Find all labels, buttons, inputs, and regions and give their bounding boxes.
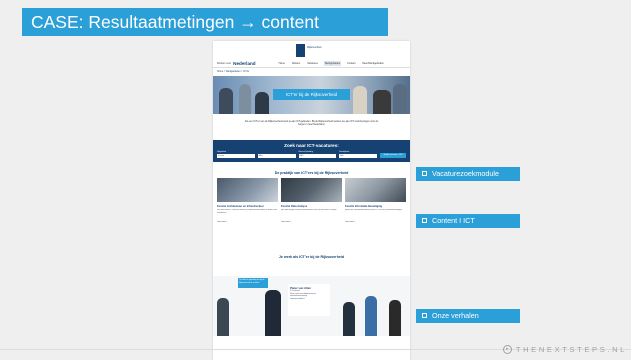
card-title[interactable]: Functie Data Analyse xyxy=(281,205,342,208)
hero-title: ICT'er bij de Rijksoverheid xyxy=(273,89,350,100)
card-image xyxy=(281,178,342,202)
story-person[interactable] xyxy=(217,298,229,336)
search-row: Vakgebied Functie Alles Niveau/Opleiding… xyxy=(217,151,406,158)
card-text: Binnen de Rijksoverheid werken onze ICT'… xyxy=(345,209,403,211)
card-text: Met data analyse kunnen beleidsmakers sn… xyxy=(281,209,337,211)
search-field: Niveau/Opleiding HBO xyxy=(298,151,337,158)
slide-title: CASE: Resultaatmetingen → content xyxy=(22,8,388,36)
footer-brand-text: THENEXTSTEPS.NL xyxy=(515,345,627,354)
card-link[interactable]: Lees meer > xyxy=(217,221,278,223)
story-link[interactable]: Lees zijn verhaal > xyxy=(290,298,328,301)
search-field: Alles xyxy=(257,151,296,158)
logo-text: Rijksoverheid xyxy=(307,46,322,49)
checkbox-icon xyxy=(422,217,427,223)
hero-person xyxy=(353,86,367,114)
practice-cards: Functie Architectuur en Infrastructuur E… xyxy=(213,178,410,223)
site-logo-bar: Rijksoverheid xyxy=(213,41,410,59)
annotation-onze-verhalen: Onze verhalen xyxy=(416,309,520,323)
search-field: Standplaats Alle xyxy=(339,151,377,158)
checkbox-icon xyxy=(422,312,427,318)
annotation-vacaturezoekmodule: Vacaturezoekmodule xyxy=(416,167,520,181)
footer-brand: ▸ THENEXTSTEPS.NL xyxy=(502,345,627,354)
nav-item-werkgebieden[interactable]: Werkgebieden xyxy=(323,60,342,66)
slide-background: CASE: Resultaatmetingen → content Rijkso… xyxy=(0,0,631,360)
card-title[interactable]: Functie Informatie Beveiliging xyxy=(345,205,406,208)
brand-prefix: Werken voor xyxy=(217,61,232,65)
nav-item-contact[interactable]: Contact xyxy=(346,61,356,66)
rijksoverheid-logo-icon xyxy=(296,44,305,57)
hero-person xyxy=(255,92,269,114)
card-image xyxy=(345,178,406,202)
nav-item-vacatures[interactable]: Vacatures xyxy=(306,61,319,66)
card-text: Een flink aantal ICT-functies binnen de … xyxy=(217,209,277,214)
field-select-niveau[interactable]: HBO xyxy=(298,154,337,158)
story-person[interactable] xyxy=(365,296,377,336)
breadcrumb[interactable]: Home > Werkgebieden > ICT'er xyxy=(213,68,410,76)
card-image xyxy=(217,178,278,202)
play-arrow-icon: ▸ xyxy=(502,345,512,354)
field-select-functie[interactable]: Alles xyxy=(257,154,296,158)
nav-item-meer[interactable]: Meer/Werkgebieden xyxy=(361,61,384,66)
search-title: Zoek naar ICT-vacatures: xyxy=(284,143,339,148)
content-card[interactable]: Functie Informatie Beveiliging Binnen de… xyxy=(345,178,406,223)
work-section-title: Je werk als ICT'er bij de Rijksoverheid xyxy=(278,255,345,259)
search-button[interactable]: Bekijk vacatures - 120 xyxy=(380,153,406,158)
annotation-content-ict: Content I ICT xyxy=(416,214,520,228)
annotation-label: Onze verhalen xyxy=(432,311,479,320)
nav-item-werken[interactable]: Werken xyxy=(291,61,301,66)
annotation-label: Vacaturezoekmodule xyxy=(432,169,499,178)
vacancy-search-module: Zoek naar ICT-vacatures: Vakgebied Funct… xyxy=(213,140,410,162)
story-person[interactable] xyxy=(265,290,281,336)
field-select-vakgebied[interactable]: Functie xyxy=(217,154,255,158)
field-select-standplaats[interactable]: Alle xyxy=(339,154,377,158)
card-title[interactable]: Functie Architectuur en Infrastructuur xyxy=(217,205,278,208)
hero-person xyxy=(219,88,233,114)
card-link[interactable]: Lees meer > xyxy=(281,221,342,223)
annotation-label: Content I ICT xyxy=(432,216,475,225)
stories-section: "Ik vind het geweldig om bij de Rijksove… xyxy=(213,276,410,336)
practice-section-title: De praktijk van ICT'ers bij de Rijksover… xyxy=(274,171,349,175)
story-person[interactable] xyxy=(343,302,355,336)
hero-person xyxy=(373,90,391,114)
quote-box: "Ik vind het geweldig om bij de Rijksove… xyxy=(238,278,268,288)
card-link[interactable]: Lees meer > xyxy=(345,221,406,223)
hero-person xyxy=(393,84,407,114)
nav-item-home[interactable]: Home xyxy=(278,61,286,66)
content-card[interactable]: Functie Data Analyse Met data analyse ku… xyxy=(281,178,342,223)
checkbox-icon xyxy=(422,170,427,176)
story-card[interactable]: Pieter van Alten ICT-adviseur Pieter wer… xyxy=(288,284,330,316)
content-card[interactable]: Functie Architectuur en Infrastructuur E… xyxy=(217,178,278,223)
site-nav: Werken voor Nederland Home Werken Vacatu… xyxy=(213,59,410,68)
hero-person xyxy=(239,84,251,114)
intro-text: Als een ICT'er van de Rijksoverheid werk… xyxy=(244,120,379,127)
story-person[interactable] xyxy=(389,300,401,336)
hero-banner: ICT'er bij de Rijksoverheid xyxy=(213,76,410,114)
search-field: Vakgebied Functie xyxy=(217,151,255,158)
brand-name[interactable]: Nederland xyxy=(233,61,255,66)
website-screenshot: Rijksoverheid Werken voor Nederland Home… xyxy=(213,41,410,360)
